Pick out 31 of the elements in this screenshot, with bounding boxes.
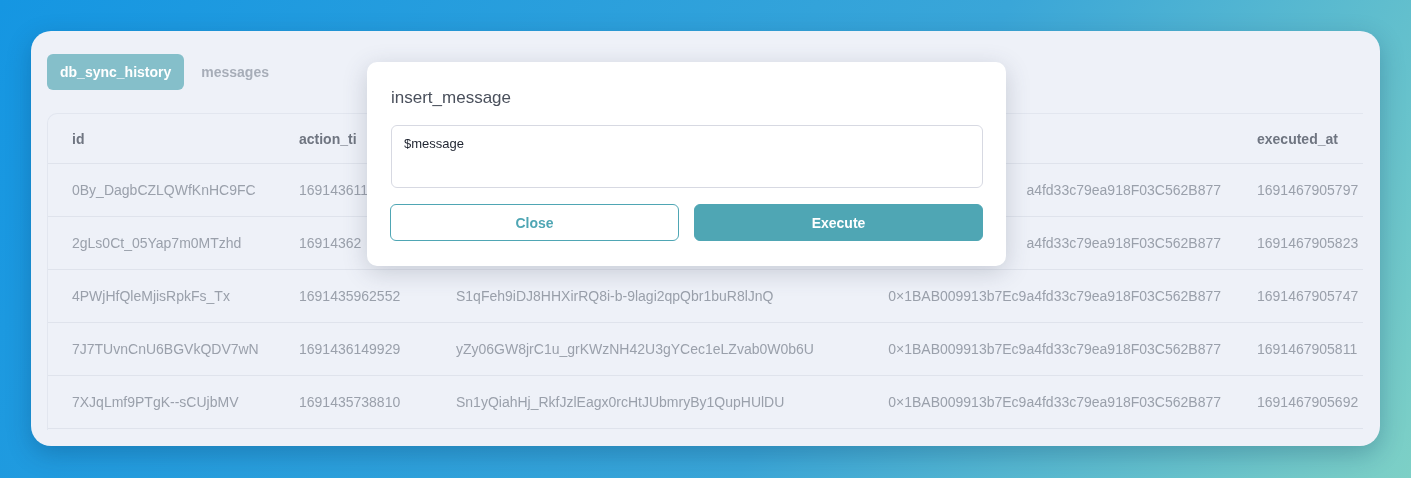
close-button[interactable]: Close <box>390 204 679 241</box>
table-cell-text: 1691467905797 <box>1256 182 1360 198</box>
table-cell-text: 1691435738810 <box>298 394 402 410</box>
table-cell-text: 169143611 <box>298 182 370 198</box>
table-cell-text: 0×1BAB009913b7Ec9a4fd33c79ea918F03C562B877 <box>888 341 1222 357</box>
table-cell-text: 1691467905747 <box>1256 288 1360 304</box>
table-cell-text: 16914362 <box>298 235 363 251</box>
tab[interactable]: messages <box>188 54 282 90</box>
table-cell-text: 1691467905692 <box>1256 394 1360 410</box>
table-cell-text: a4fd33c79ea918F03C562B877 <box>1026 235 1222 251</box>
table-cell-text: S1qFeh9iDJ8HHXirRQ8i-b-9lagi2qpQbr1buR8lJnQ <box>455 288 775 304</box>
table-cell-text: 2gLs0Ct_05Yap7m0MTzhd <box>71 235 243 251</box>
column-header: executed_at <box>1256 130 1339 147</box>
tab[interactable]: db_sync_history <box>47 54 185 90</box>
table-cell-text: a4fd33c79ea918F03C562B877 <box>1026 182 1222 198</box>
table-cell-text: 1691436149929 <box>298 341 402 357</box>
table-cell-text: 1691435962552 <box>298 288 402 304</box>
table-cell-text: 0×1BAB009913b7Ec9a4fd33c79ea918F03C562B877 <box>888 288 1222 304</box>
table-cell-text: 7J7TUvnCnU6BGVkQDV7wN <box>71 341 260 357</box>
table-cell-text: Sn1yQiahHj_RkfJzlEagx0rcHtJUbmryBy1QupHUlDU <box>455 394 786 410</box>
table-cell-text: 4PWjHfQleMjisRpkFs_Tx <box>71 288 231 304</box>
table-cell-text: 7XJqLmf9PTgK--sCUjbMV <box>71 394 240 410</box>
column-header: id <box>71 130 86 147</box>
table-cell-text: 0×1BAB009913b7Ec9a4fd33c79ea918F03C562B877 <box>888 394 1222 410</box>
table-cell-text: 1691467905823 <box>1256 235 1360 251</box>
dialog-title: insert_message <box>391 88 511 108</box>
message-field[interactable]: $message <box>391 125 983 188</box>
table-cell-text: yZy06GW8jrC1u_grKWzNH42U3gYCec1eLZvab0W0b6U <box>455 341 815 357</box>
table-cell-text: 1691467905811 <box>1256 341 1359 357</box>
table-cell-text: 0By_DagbCZLQWfKnHC9FC <box>71 182 257 198</box>
execute-button[interactable]: Execute <box>694 204 983 241</box>
